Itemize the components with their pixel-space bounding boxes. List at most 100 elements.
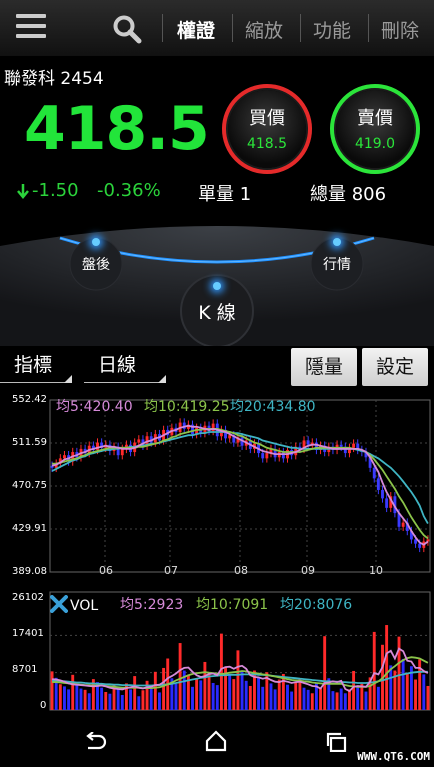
- indicator-selector[interactable]: 指標: [0, 350, 72, 383]
- date-tick-label: 10: [369, 564, 383, 577]
- settings-button[interactable]: 設定: [362, 348, 428, 386]
- close-indicator-icon[interactable]: [50, 595, 68, 613]
- system-nav-bar: WWW.QT6.COM: [0, 712, 434, 767]
- volume-bar: [286, 684, 289, 710]
- period-selector[interactable]: 日線: [84, 350, 166, 383]
- volume-bar: [79, 688, 83, 710]
- volume-bar: [199, 680, 203, 710]
- bid-value: 418.5: [246, 136, 288, 152]
- candle-body: [381, 489, 384, 499]
- date-tick-label: 09: [301, 564, 315, 577]
- candle-body: [306, 440, 310, 445]
- hide-volume-button[interactable]: 隱量: [291, 348, 357, 386]
- date-tick-label: 07: [164, 564, 178, 577]
- volume-bar: [191, 686, 194, 710]
- volume-bar: [137, 696, 141, 710]
- dial-background: [0, 226, 434, 346]
- candle-body: [352, 443, 356, 448]
- volume-bar: [174, 683, 178, 710]
- candle-body: [120, 448, 124, 456]
- recent-apps-icon[interactable]: [326, 732, 348, 752]
- volume-bar: [405, 673, 409, 710]
- candle-body: [418, 543, 422, 548]
- total-volume: 總量 806: [310, 184, 387, 205]
- watermark: WWW.QT6.COM: [357, 750, 430, 763]
- volume-title: VOL: [70, 598, 99, 614]
- quote-view-button[interactable]: 行情: [317, 238, 357, 274]
- ma10-legend: 均10:419.25: [144, 399, 230, 415]
- price-change: -1.50: [32, 180, 79, 201]
- kline-label: K 線: [198, 302, 236, 324]
- volume-bar: [203, 661, 207, 710]
- volume-bar: [364, 691, 368, 710]
- tab-warrant[interactable]: 權證: [177, 16, 215, 43]
- dial-dot: [213, 282, 221, 290]
- menu-icon[interactable]: [16, 14, 46, 40]
- volume-bar: [348, 689, 351, 710]
- volume-bar: [248, 685, 252, 710]
- after-hours-button[interactable]: 盤後: [76, 238, 116, 274]
- volume-bar: [108, 693, 112, 710]
- tab-delete[interactable]: 刪除: [381, 16, 419, 43]
- tab-zoom[interactable]: 縮放: [245, 16, 283, 43]
- volume-tick-label: 8701: [12, 664, 38, 675]
- ask-button[interactable]: 賣價 419.0: [330, 84, 420, 174]
- volume-bar: [244, 680, 248, 710]
- volume-bar: [281, 673, 285, 710]
- vol-ma10-legend: 均10:7091: [196, 597, 269, 613]
- volume-bar: [414, 679, 417, 710]
- volume-tick-label: 17401: [12, 628, 44, 639]
- candle-body: [228, 435, 232, 439]
- volume-bar: [323, 636, 327, 710]
- volume-tick-label: 0: [40, 700, 47, 711]
- kline-chart[interactable]: 552.42 511.59 470.75 429.91 389.08 06 07…: [0, 392, 434, 712]
- volume-bar: [71, 674, 75, 710]
- volume-bar: [257, 677, 261, 710]
- volume-bar: [83, 689, 87, 710]
- candle-body: [281, 452, 285, 459]
- tab-function[interactable]: 功能: [313, 16, 351, 43]
- volume-bar: [228, 674, 232, 710]
- volume-bar: [385, 625, 389, 710]
- bid-button[interactable]: 買價 418.5: [222, 84, 312, 174]
- volume-bar: [298, 678, 302, 710]
- chart-canvas: [49, 399, 431, 711]
- volume-bar: [319, 688, 322, 710]
- volume-tick-label: 26102: [12, 592, 44, 603]
- volume-bar: [232, 679, 236, 710]
- volume-bar: [306, 689, 310, 710]
- volume-bar: [343, 693, 347, 710]
- candle-body: [261, 453, 265, 459]
- ask-label: 賣價: [357, 108, 393, 129]
- kline-button[interactable]: K 線: [187, 282, 247, 325]
- ma5-legend: 均5:420.40: [56, 399, 133, 415]
- volume-bar: [58, 684, 62, 710]
- volume-bar: [331, 691, 335, 710]
- volume-bar: [153, 671, 157, 710]
- volume-bar: [401, 658, 405, 710]
- stock-name: 聯發科 2454: [4, 69, 104, 89]
- tab-separator: [300, 14, 301, 42]
- volume-bar: [356, 685, 360, 710]
- volume-bar: [376, 686, 380, 710]
- price-tick-label: 470.75: [12, 480, 47, 491]
- volume-bar: [310, 693, 314, 710]
- search-icon[interactable]: [112, 14, 142, 44]
- price-change-percent: -0.36%: [97, 180, 161, 201]
- volume-bar: [104, 691, 108, 710]
- date-tick-label: 08: [234, 564, 248, 577]
- ask-value: 419.0: [354, 136, 396, 152]
- volume-bar: [149, 687, 153, 710]
- volume-bar: [352, 670, 356, 710]
- volume-bar: [207, 673, 211, 710]
- dial-dot: [92, 238, 100, 246]
- vol-ma5-legend: 均5:2923: [120, 597, 184, 613]
- back-icon[interactable]: [84, 732, 108, 752]
- volume-bar: [63, 686, 66, 710]
- home-icon[interactable]: [205, 730, 227, 752]
- last-price: 418.5: [24, 94, 210, 164]
- candle-body: [385, 498, 389, 508]
- volume-bar: [290, 691, 294, 710]
- volume-bar: [273, 689, 277, 710]
- down-arrow-icon: [17, 184, 29, 199]
